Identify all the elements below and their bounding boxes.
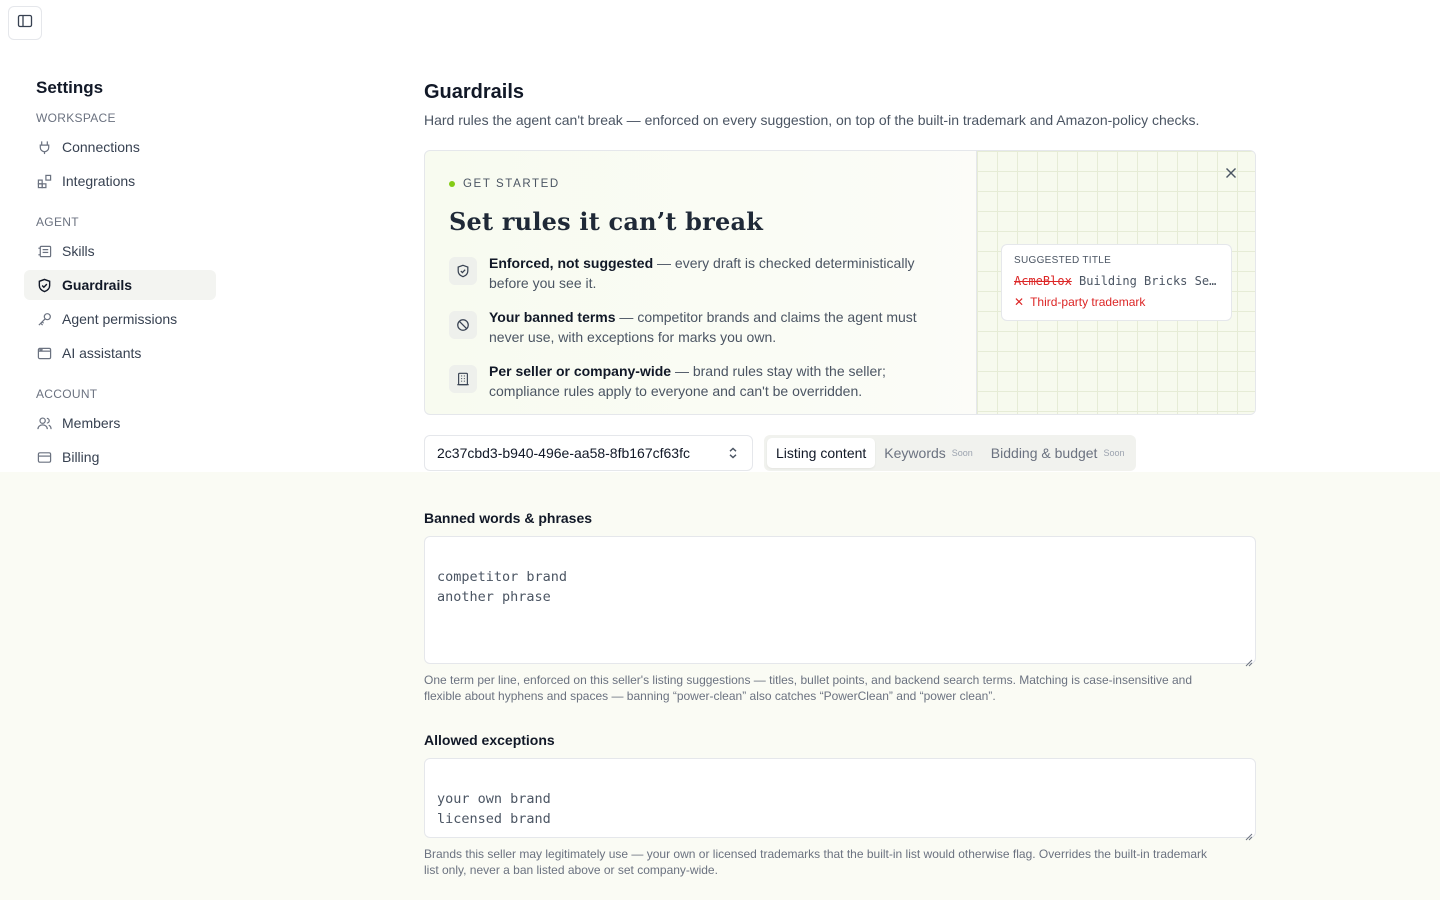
sidebar-item-ai-assistants[interactable]: AI assistants — [24, 338, 216, 368]
struck-brand-word: AcmeBlox — [1014, 274, 1072, 288]
plug-icon — [36, 139, 52, 155]
title-rest: Building Bricks Se… — [1071, 274, 1217, 288]
banner-preview: SUGGESTED TITLE AcmeBlox Building Bricks… — [976, 151, 1255, 414]
eyebrow-label: GET STARTED — [463, 178, 560, 190]
guardrail-tabs: Listing content Keywords Soon Bidding & … — [764, 435, 1137, 471]
guardrails-main: Guardrails Hard rules the agent can't br… — [424, 80, 1256, 877]
tab-keywords[interactable]: Keywords Soon — [875, 438, 982, 468]
tab-bidding-budget[interactable]: Bidding & budget Soon — [982, 438, 1134, 468]
tab-label: Listing content — [776, 445, 867, 461]
tab-label: Keywords — [884, 445, 946, 461]
ban-icon — [449, 311, 477, 339]
get-started-banner: GET STARTED Set rules it can’t break Enf… — [424, 150, 1256, 415]
sidebar-title: Settings — [36, 78, 104, 97]
window-icon — [36, 345, 52, 361]
banner-heading: Set rules it can’t break — [449, 207, 764, 236]
sidebar-item-label: Agent permissions — [62, 311, 178, 327]
section-label-account: ACCOUNT — [36, 387, 98, 401]
sidebar-item-label: AI assistants — [62, 345, 142, 361]
seller-select-value: 2c37cbd3-b940-496e-aa58-8fb167cf63fc — [437, 445, 690, 461]
feature-text: Per seller or company-wide — brand rules… — [489, 361, 929, 401]
banner-eyebrow: GET STARTED — [449, 177, 952, 191]
feature-item: Per seller or company-wide — brand rules… — [449, 361, 952, 401]
feature-title: Your banned terms — [489, 309, 616, 325]
allowed-exceptions-help: Brands this seller may legitimately use … — [424, 847, 1207, 877]
sidebar-item-label: Guardrails — [62, 277, 133, 293]
allowed-exceptions-field: Allowed exceptions your own brand licens… — [424, 732, 1256, 878]
shield-icon — [36, 277, 52, 293]
guardrail-controls: 2c37cbd3-b940-496e-aa58-8fb167cf63fc Lis… — [424, 435, 1256, 471]
close-banner-button[interactable] — [1223, 167, 1239, 183]
allowed-exceptions-value: your own brand licensed brand — [437, 791, 551, 827]
close-icon — [1225, 166, 1237, 184]
trademark-warning: ✕ Third-party trademark — [1014, 294, 1219, 310]
banned-terms-textarea[interactable]: competitor brand another phrase — [424, 536, 1256, 667]
banned-terms-help: One term per line, enforced on this sell… — [424, 673, 1193, 703]
blocks-icon — [36, 173, 52, 189]
users-icon — [36, 415, 52, 431]
card-icon — [36, 449, 52, 465]
feature-text: Your banned terms — competitor brands an… — [489, 307, 929, 347]
sidebar-item-label: Connections — [62, 139, 140, 155]
feature-title: Enforced, not suggested — [489, 255, 654, 271]
feature-item: Enforced, not suggested — every draft is… — [449, 253, 952, 293]
allowed-exceptions-textarea[interactable]: your own brand licensed brand — [424, 758, 1256, 841]
section-label-agent: AGENT — [36, 215, 79, 229]
sidebar-item-integrations[interactable]: Integrations — [24, 166, 216, 196]
soon-badge: Soon — [951, 448, 973, 458]
tab-listing-content[interactable]: Listing content — [767, 438, 876, 468]
banned-terms-field: Banned words & phrases competitor brand … — [424, 510, 1256, 704]
banner-content: GET STARTED Set rules it can’t break Enf… — [425, 151, 976, 414]
suggested-title-card: SUGGESTED TITLE AcmeBlox Building Bricks… — [1001, 244, 1232, 321]
sidebar-toggle-button[interactable] — [8, 6, 42, 40]
section-label-workspace: WORKSPACE — [36, 111, 116, 125]
sidebar-item-agent-permissions[interactable]: Agent permissions — [24, 304, 216, 334]
building-icon — [449, 365, 477, 393]
sidebar-item-billing[interactable]: Billing — [24, 442, 216, 472]
sidebar-item-skills[interactable]: Skills — [24, 236, 216, 266]
skills-icon — [36, 243, 52, 259]
allowed-exceptions-label: Allowed exceptions — [424, 732, 555, 748]
feature-text: Enforced, not suggested — every draft is… — [489, 253, 929, 293]
sidebar-item-members[interactable]: Members — [24, 408, 216, 438]
soon-badge: Soon — [1103, 448, 1125, 458]
sidebar-item-label: Members — [62, 415, 121, 431]
sidebar-item-label: Billing — [62, 449, 100, 465]
resize-handle-icon[interactable] — [1245, 827, 1253, 841]
sidebar-item-label: Skills — [62, 243, 95, 259]
sidebar-item-label: Integrations — [62, 173, 136, 189]
banned-terms-value: competitor brand another phrase — [437, 569, 568, 605]
page-title: Guardrails — [424, 81, 525, 103]
feature-title: Per seller or company-wide — [489, 363, 672, 379]
status-dot-icon — [449, 181, 455, 187]
key-icon — [36, 311, 52, 327]
seller-select[interactable]: 2c37cbd3-b940-496e-aa58-8fb167cf63fc — [424, 435, 753, 471]
warning-text: Third-party trademark — [1030, 295, 1146, 309]
sidebar-toggle-icon — [17, 13, 33, 34]
chevron-up-down-icon — [726, 446, 740, 463]
banned-terms-label: Banned words & phrases — [424, 510, 593, 526]
sidebar-item-guardrails[interactable]: Guardrails — [24, 270, 216, 300]
suggested-title-text: AcmeBlox Building Bricks Se… — [1014, 274, 1219, 290]
feature-item: Your banned terms — competitor brands an… — [449, 307, 952, 347]
sidebar-item-connections[interactable]: Connections — [24, 132, 216, 162]
shield-check-icon — [449, 257, 477, 285]
x-icon: ✕ — [1014, 295, 1025, 309]
suggested-title-label: SUGGESTED TITLE — [1014, 255, 1112, 266]
resize-handle-icon[interactable] — [1245, 653, 1253, 667]
page-subtitle: Hard rules the agent can't break — enfor… — [424, 112, 1200, 128]
settings-sidebar: Settings WORKSPACE Connections Integrati… — [24, 78, 216, 476]
tab-label: Bidding & budget — [990, 445, 1098, 461]
